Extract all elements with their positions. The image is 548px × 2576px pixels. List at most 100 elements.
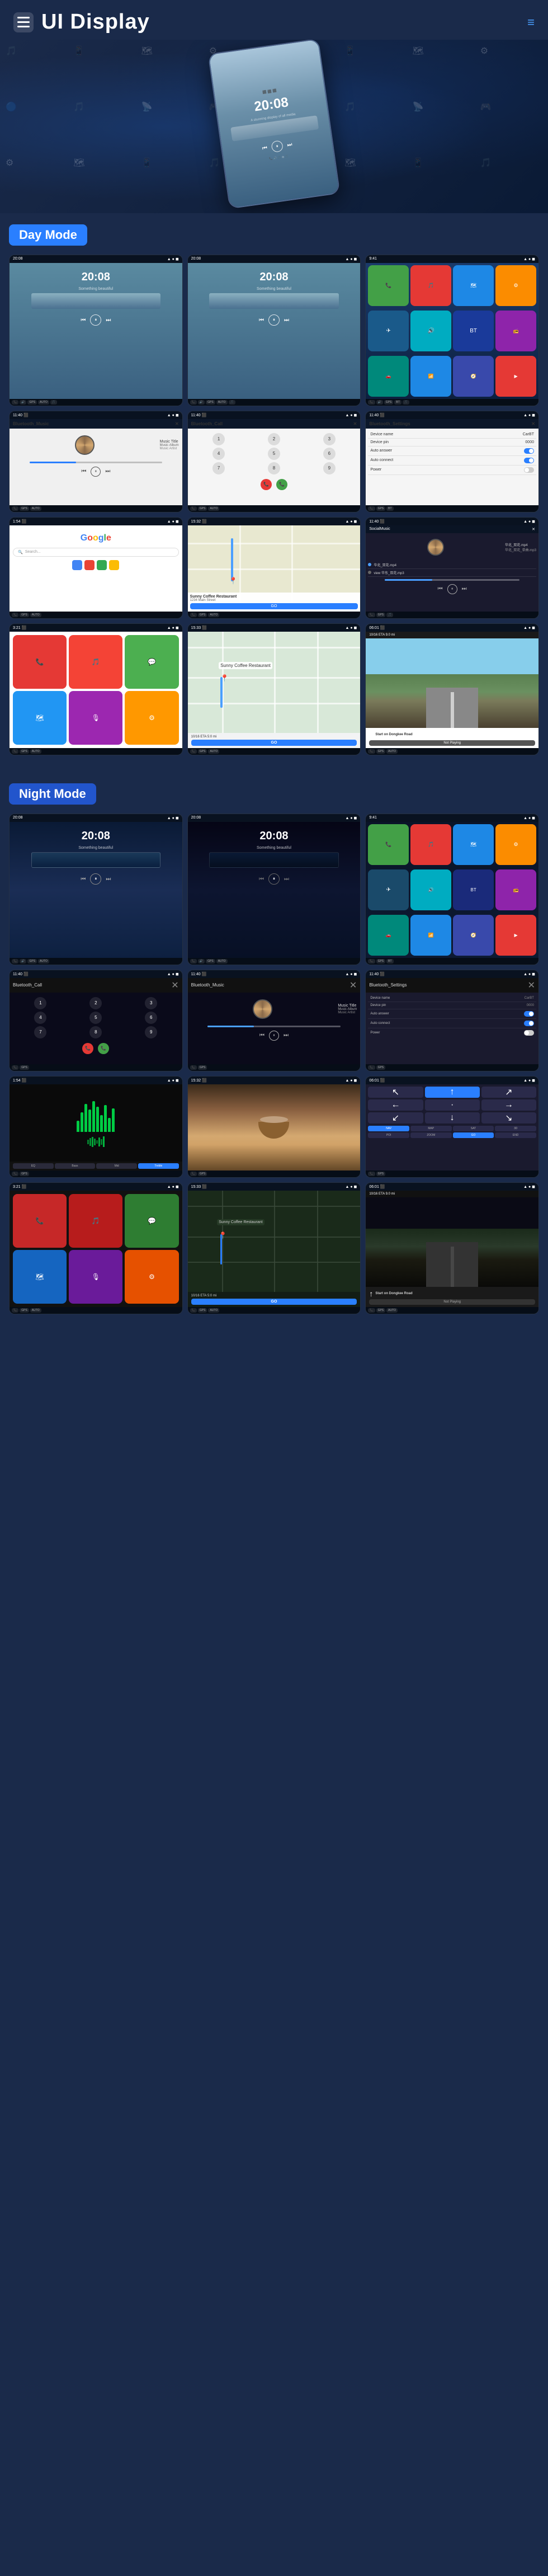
night-nav-grid: ↖ ↑ ↗ ← · → ↙ ↓ ↘: [368, 1087, 536, 1124]
night-road2-arrow: ↑: [369, 1289, 373, 1298]
night-home-screen-2: 20:08▲ ● ◼ 20:08 Something beautiful ⏮ ⏸…: [187, 814, 361, 965]
status-bar-2: 20:08▲ ● ◼: [188, 255, 361, 263]
night-eq-btn-3[interactable]: Mid: [96, 1163, 137, 1169]
night-eq-btn-2[interactable]: Bass: [55, 1163, 96, 1169]
acp-settings-icon: ⚙: [125, 691, 178, 745]
night-eq-btn-4[interactable]: Treble: [138, 1163, 179, 1169]
social-close[interactable]: ✕: [532, 527, 535, 532]
rest-road-v3: [317, 632, 319, 733]
night-numpad-8[interactable]: 8: [89, 1026, 102, 1038]
numpad-6[interactable]: 6: [323, 448, 336, 460]
night-hang-up[interactable]: 📞: [82, 1043, 93, 1054]
road-arrow-icon: ↑: [369, 730, 373, 739]
go-button[interactable]: GO: [190, 603, 358, 609]
night-numpad-1[interactable]: 1: [34, 997, 46, 1009]
rest-go-btn[interactable]: GO: [191, 740, 357, 746]
night-bt-call-close[interactable]: ✕: [171, 980, 178, 991]
night-auto-connect-toggle[interactable]: [524, 1021, 534, 1026]
night-numpad-7[interactable]: 7: [34, 1026, 46, 1038]
night-extra-btn-4[interactable]: END: [495, 1132, 536, 1138]
social-header: SocialMusic ✕: [366, 525, 538, 533]
night-progress-fill: [207, 1026, 254, 1027]
night-cp-maps: 🗺: [453, 824, 494, 865]
night-bt-music-close[interactable]: ✕: [349, 980, 357, 991]
night-setting-name: Device name CarBT: [368, 995, 536, 1002]
night-rest-go-btn[interactable]: GO: [191, 1299, 357, 1305]
night-nav-down[interactable]: ↓: [425, 1112, 480, 1124]
night-auto-answer-toggle[interactable]: [524, 1011, 534, 1017]
night-nav-up[interactable]: ↑: [425, 1087, 480, 1098]
google-search-box[interactable]: 🔍 Search...: [13, 548, 179, 557]
numpad-1[interactable]: 1: [212, 433, 225, 445]
night-road-btn-1[interactable]: NAV: [368, 1126, 409, 1131]
road-status: 06:01 ⬛▲ ● ◼: [366, 624, 538, 632]
night-road-btn-3[interactable]: SAT: [453, 1126, 494, 1131]
night-bt-call-content: 1 2 3 4 5 6 7 8 9 📞 📞: [10, 993, 182, 1064]
night-road-btn-4[interactable]: 3D: [495, 1126, 536, 1131]
numpad-3[interactable]: 3: [323, 433, 336, 445]
bt-next-icon: ⏭: [105, 468, 110, 474]
night-nav-up-right[interactable]: ↗: [481, 1087, 536, 1098]
eq-bar-6: [96, 1107, 99, 1132]
night-cp-bottom: 📞GPSBT: [366, 958, 538, 965]
night-rest-road-v2: [274, 1191, 275, 1292]
bt-call-close[interactable]: ✕: [353, 421, 357, 426]
night-numpad-6[interactable]: 6: [145, 1012, 157, 1024]
bt-settings-close[interactable]: ✕: [531, 421, 535, 426]
food-bowl-container: [258, 1116, 289, 1139]
night-numpad-5[interactable]: 5: [89, 1012, 102, 1024]
night-eq-btn-1[interactable]: EQ: [13, 1163, 54, 1169]
night-road2-status: 06:01 ⬛▲ ● ◼: [366, 1183, 538, 1191]
bt-music-bottom: 📞GPSAUTO: [10, 505, 182, 512]
night-numpad-3[interactable]: 3: [145, 997, 157, 1009]
night-controls-1: ⏮ ⏸ ⏭: [81, 873, 111, 885]
nav-icon[interactable]: ≡: [527, 15, 535, 30]
night-numpad-9[interactable]: 9: [145, 1026, 157, 1038]
day-clock-1: 20:08: [82, 271, 110, 284]
night-answer[interactable]: 📞: [98, 1043, 109, 1054]
power-toggle[interactable]: [524, 467, 534, 473]
shortcut-4[interactable]: [109, 560, 119, 570]
acp-music-icon: 🎵: [69, 635, 122, 689]
numpad-5[interactable]: 5: [268, 448, 280, 460]
night-numpad-2[interactable]: 2: [89, 997, 102, 1009]
restaurant-name: Sunny Coffee Restaurant: [190, 595, 358, 599]
night-nav-up-left[interactable]: ↖: [368, 1087, 423, 1098]
menu-icon[interactable]: [13, 12, 34, 32]
bt-music-status: 11:40 ⬛▲ ● ◼: [10, 411, 182, 419]
night-next-icon-2: ⏭: [284, 876, 289, 882]
night-bt-settings-close[interactable]: ✕: [528, 980, 535, 991]
numpad-7[interactable]: 7: [212, 462, 225, 474]
numpad-4[interactable]: 4: [212, 448, 225, 460]
night-extra-btn-3[interactable]: GO: [453, 1132, 494, 1138]
bt-music-close[interactable]: ✕: [175, 421, 179, 426]
night-rest-map: Sunny Coffee Restaurant 📍: [188, 1191, 361, 1292]
night-extra-btn-2[interactable]: ZOOM: [410, 1132, 452, 1138]
night-numpad-4[interactable]: 4: [34, 1012, 46, 1024]
night-power-toggle[interactable]: [524, 1030, 534, 1036]
night-music-title: Music Title: [338, 1004, 357, 1008]
answer-icon[interactable]: 📞: [276, 479, 287, 490]
shortcut-2[interactable]: [84, 560, 95, 570]
hero-prev-icon: ⏮: [262, 145, 267, 152]
setting-device-pin: Device pin 0000: [368, 439, 536, 446]
auto-connect-toggle[interactable]: [524, 458, 534, 463]
shortcut-1[interactable]: [72, 560, 82, 570]
night-nav-down-left[interactable]: ↙: [368, 1112, 423, 1124]
night-nav-down-right[interactable]: ↘: [481, 1112, 536, 1124]
auto-answer-toggle[interactable]: [524, 448, 534, 454]
wf-bar-6: [98, 1137, 100, 1146]
setting-auto-connect: Auto connect: [368, 456, 536, 466]
night-nav-left[interactable]: ←: [368, 1099, 423, 1111]
night-nav-center[interactable]: ·: [425, 1099, 480, 1111]
night-extra-btn-1[interactable]: POI: [368, 1132, 409, 1138]
numpad-2[interactable]: 2: [268, 433, 280, 445]
night-setting-pin-label: Device pin: [370, 1004, 386, 1007]
wf-bar-3: [92, 1137, 93, 1147]
night-road-btn-2[interactable]: MAP: [410, 1126, 452, 1131]
night-nav-right[interactable]: →: [481, 1099, 536, 1111]
numpad-8[interactable]: 8: [268, 462, 280, 474]
shortcut-3[interactable]: [97, 560, 107, 570]
hang-up-icon[interactable]: 📞: [261, 479, 272, 490]
numpad-9[interactable]: 9: [323, 462, 336, 474]
